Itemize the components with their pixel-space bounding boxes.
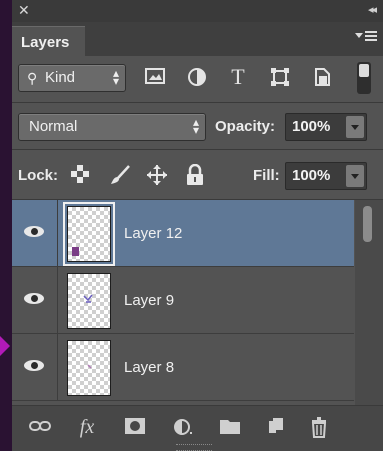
blend-row: Normal ▴ ▾ Opacity: 100%	[12, 103, 383, 149]
collapse-icon[interactable]: ◂◂	[368, 3, 377, 16]
type-filter-icon[interactable]: T	[226, 66, 250, 90]
layers-list: Layer 12 Layer 9 Layer 8	[12, 200, 383, 405]
fill-value: 100%	[292, 167, 331, 184]
add-mask-icon[interactable]	[123, 416, 147, 438]
panel-menu-icon[interactable]	[355, 31, 377, 45]
eye-icon[interactable]	[24, 291, 46, 307]
padlock-icon[interactable]	[185, 163, 207, 186]
adjustment-filter-icon[interactable]	[185, 66, 209, 90]
opacity-label: Opacity:	[215, 118, 276, 135]
smart-object-filter-icon[interactable]	[310, 66, 334, 90]
layers-scrollbar[interactable]	[355, 200, 383, 405]
panel-footer: fx	[12, 405, 383, 451]
layer-thumbnail	[67, 273, 111, 329]
scrollbar-thumb[interactable]	[363, 206, 372, 242]
canvas-edge	[0, 0, 12, 450]
panel-title-bar: ✕ ◂◂	[12, 0, 383, 22]
fill-dropdown-button[interactable]	[346, 165, 364, 187]
layer-row-layer-9[interactable]: Layer 9	[12, 267, 354, 334]
tab-layers[interactable]: Layers	[12, 26, 85, 57]
blend-mode-value: Normal	[29, 118, 78, 135]
layers-panel: ✕ ◂◂ Layers ⚲ Kind ▴ ▾ T Normal ▴ ▾ Opac…	[12, 0, 383, 451]
eye-icon[interactable]	[24, 224, 46, 240]
fill-input[interactable]: 100%	[285, 162, 367, 190]
opacity-value: 100%	[292, 118, 331, 135]
filter-kind-dropdown[interactable]: ⚲ Kind ▴ ▾	[18, 64, 126, 92]
link-layers-icon[interactable]	[28, 416, 52, 438]
filter-kind-label: Kind	[45, 69, 76, 86]
eye-icon[interactable]	[24, 358, 46, 374]
brush-icon[interactable]	[109, 164, 131, 186]
lock-label: Lock:	[18, 167, 59, 184]
trash-icon[interactable]	[307, 416, 331, 438]
close-icon[interactable]: ✕	[18, 2, 30, 19]
layer-name[interactable]: Layer 12	[124, 225, 182, 242]
pixel-filter-icon[interactable]	[143, 66, 167, 90]
opacity-dropdown-button[interactable]	[346, 116, 364, 138]
chevron-updown-icon: ▴ ▾	[112, 66, 119, 88]
filter-row: ⚲ Kind ▴ ▾ T	[12, 56, 383, 102]
layer-name[interactable]: Layer 8	[124, 359, 174, 376]
new-layer-icon[interactable]	[264, 416, 288, 438]
panel-tab-row: Layers	[12, 22, 383, 57]
search-icon: ⚲	[27, 70, 38, 86]
blend-mode-dropdown[interactable]: Normal ▴ ▾	[18, 113, 206, 141]
move-icon[interactable]	[146, 164, 168, 186]
new-group-folder-icon[interactable]	[218, 416, 242, 438]
lock-row: Lock: Fill: 100%	[12, 150, 383, 198]
shape-filter-icon[interactable]	[268, 66, 292, 90]
filter-toggle-switch[interactable]	[357, 62, 371, 94]
layer-row-layer-8[interactable]: Layer 8	[12, 334, 354, 401]
adjustment-layer-icon[interactable]	[171, 416, 195, 438]
tab-layers-label: Layers	[21, 34, 70, 51]
opacity-input[interactable]: 100%	[285, 113, 367, 141]
layer-row-layer-12[interactable]: Layer 12	[12, 200, 354, 267]
lock-transparent-icon[interactable]	[70, 164, 92, 186]
fx-icon[interactable]: fx	[75, 416, 99, 438]
canvas-magenta-shape	[0, 336, 10, 356]
layer-thumbnail	[63, 202, 115, 266]
layer-name[interactable]: Layer 9	[124, 292, 174, 309]
chevron-updown-icon: ▴ ▾	[192, 115, 199, 137]
layer-thumbnail	[67, 340, 111, 396]
fill-label: Fill:	[253, 167, 280, 184]
